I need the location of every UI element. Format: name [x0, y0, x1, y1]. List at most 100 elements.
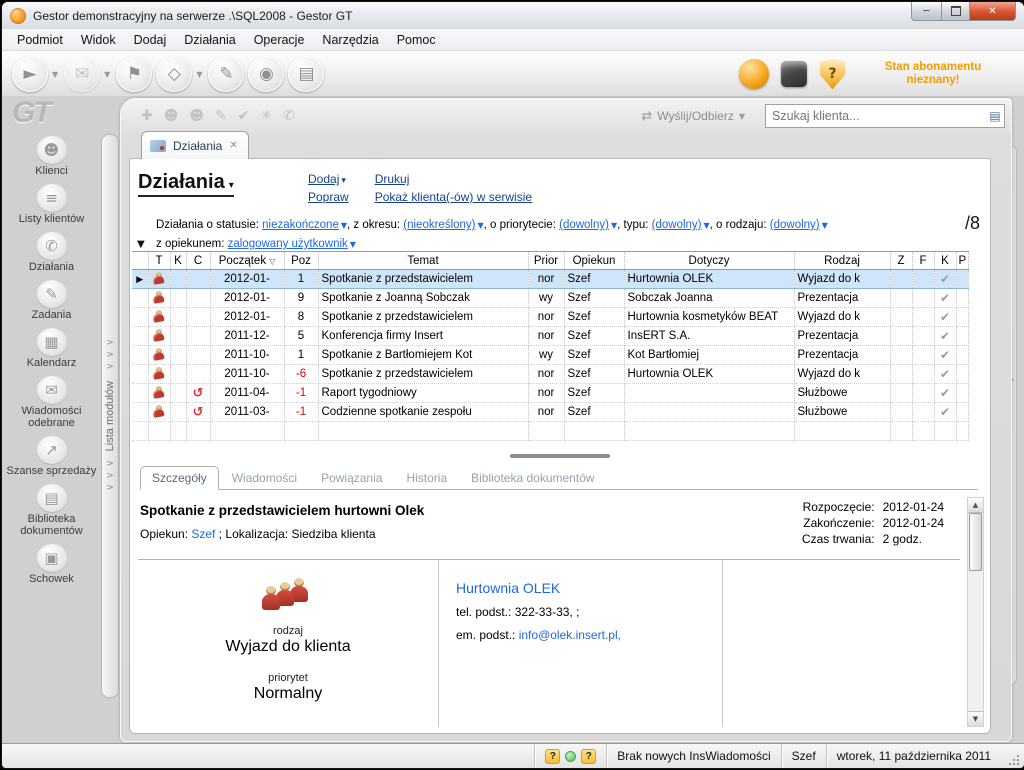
new-action-icon[interactable]: ✎	[215, 108, 227, 124]
sidebar-item-dzialania[interactable]: ✆ Działania	[6, 232, 98, 273]
menu-item-4[interactable]: Operacje	[245, 31, 314, 49]
stamp-button[interactable]: ◉	[248, 56, 284, 92]
close-button[interactable]: ✕	[969, 2, 1016, 21]
vertical-scrollbar[interactable]: ▲ ▼	[967, 497, 984, 727]
relations-icon[interactable]: ✳	[260, 108, 272, 124]
column-header-0[interactable]	[132, 252, 148, 270]
person-icon	[153, 310, 166, 323]
column-header-12[interactable]: F	[912, 252, 934, 270]
scroll-down-icon[interactable]: ▼	[968, 711, 983, 726]
send-receive-button[interactable]: ⇄ Wyślij/Odbierz ▼	[641, 109, 751, 124]
chevron-down-icon[interactable]: ▼	[196, 70, 202, 79]
action-link-3[interactable]: Pokaż klienta(-ów) w serwisie	[375, 190, 532, 208]
sidebar-item-wiadomosci-odebrane[interactable]: ✉ Wiadomości odebrane	[6, 376, 98, 429]
table-row[interactable]: 2011-10-1Spotkanie z Bartłomiejem KotwyS…	[132, 346, 969, 365]
action-link-0[interactable]: Dodaj▾	[308, 172, 349, 190]
column-header-2[interactable]: K	[170, 252, 186, 270]
search-input[interactable]	[766, 109, 986, 123]
minimize-button[interactable]: ─	[911, 2, 942, 21]
client-icon[interactable]: ☻	[164, 108, 179, 124]
column-header-9[interactable]: Dotyczy	[624, 252, 794, 270]
sidebar-item-schowek[interactable]: ▣ Schowek	[6, 544, 98, 585]
scroll-up-icon[interactable]: ▲	[968, 498, 983, 513]
print-button[interactable]: ▤	[288, 56, 324, 92]
new-item-button[interactable]: ►	[12, 56, 48, 92]
filter-status[interactable]: niezakończone▼	[262, 219, 347, 231]
column-header-5[interactable]: Poz	[284, 252, 318, 270]
clients-group-icon[interactable]: ☻	[189, 108, 204, 124]
action-link-2[interactable]: Drukuj	[375, 172, 532, 190]
table-row[interactable]: 2012-01-8Spotkanie z przedstawicielemnor…	[132, 308, 969, 327]
insert-sphere-icon[interactable]	[739, 59, 769, 89]
column-header-13[interactable]: K	[934, 252, 956, 270]
column-header-4[interactable]: Początek▽	[210, 252, 284, 270]
client-link[interactable]: Hurtownia OLEK	[456, 580, 560, 596]
module-sidebar: ☻ Klienci ≡ Listy klientów ✆ Działania ✎…	[4, 136, 99, 585]
table-row[interactable]: 2012-01-9Spotkanie z Joanną SobczakwySze…	[132, 289, 969, 308]
menu-item-2[interactable]: Dodaj	[125, 31, 176, 49]
tab-dzialania[interactable]: Działania ✕	[141, 131, 249, 159]
table-row[interactable]: ▶2012-01-1Spotkanie z przedstawicielemno…	[132, 270, 969, 289]
sidebar-item-klienci[interactable]: ☻ Klienci	[6, 136, 98, 177]
filter-period[interactable]: (nieokreślony)▼	[403, 219, 483, 231]
column-header-1[interactable]: T	[148, 252, 170, 270]
add-client-icon[interactable]: ✚	[141, 108, 153, 124]
mobile-device-icon[interactable]: ✆	[283, 108, 295, 124]
edit-button[interactable]: ✎	[208, 56, 244, 92]
sidebar-item-zadania[interactable]: ✎ Zadania	[6, 280, 98, 321]
sidebar-item-kalendarz[interactable]: ▦ Kalendarz	[6, 328, 98, 369]
detail-tab-4[interactable]: Biblioteka dokumentów	[460, 467, 605, 489]
maximize-button[interactable]	[942, 2, 969, 21]
collapse-filters-button[interactable]: ▼	[137, 239, 145, 250]
table-row[interactable]: 2011-10--6Spotkanie z przedstawicielemno…	[132, 365, 969, 384]
help-question-icon[interactable]: ?	[545, 749, 560, 764]
sidebar-item-szanse-sprzedazy[interactable]: ↗ Szanse sprzedaży	[6, 436, 98, 477]
column-header-8[interactable]: Opiekun	[564, 252, 624, 270]
help-question-icon[interactable]: ?	[581, 749, 596, 764]
module-list-strip[interactable]: > > > Lista modułów > > >	[101, 134, 119, 698]
menu-item-5[interactable]: Narzędzia	[313, 31, 387, 49]
detail-tab-1[interactable]: Wiadomości	[221, 467, 308, 489]
client-email-link[interactable]: info@olek.insert.pl,	[519, 628, 621, 642]
column-header-7[interactable]: Prior	[528, 252, 564, 270]
filter-priority[interactable]: (dowolny)▼	[559, 219, 617, 231]
chevron-down-icon[interactable]: ▼	[52, 70, 58, 79]
new-task-icon[interactable]: ✔	[238, 108, 250, 124]
table-row[interactable]: ↺2011-04--1Raport tygodniowynorSzefSłużb…	[132, 384, 969, 403]
table-row[interactable]: ↺2011-03--1Codzienne spotkanie zespołuno…	[132, 403, 969, 422]
filter-type[interactable]: (dowolny)▼	[652, 219, 710, 231]
filter-kind[interactable]: (dowolny)▼	[770, 219, 828, 231]
detail-tab-3[interactable]: Historia	[395, 467, 458, 489]
owner-link[interactable]: Szef	[191, 527, 215, 541]
column-header-6[interactable]: Temat	[318, 252, 528, 270]
chevron-down-icon[interactable]: ▼	[104, 70, 110, 79]
horizontal-scrollbar[interactable]	[510, 454, 610, 458]
menu-item-3[interactable]: Działania	[175, 31, 244, 49]
scrollbar-thumb[interactable]	[969, 513, 982, 571]
column-header-3[interactable]: C	[186, 252, 210, 270]
sidebar-item-biblioteka-dokumentow[interactable]: ▤ Biblioteka dokumentów	[6, 484, 98, 537]
cube-icon[interactable]	[781, 61, 807, 87]
detail-tab-0[interactable]: Szczegóły	[140, 466, 219, 490]
column-header-11[interactable]: Z	[890, 252, 912, 270]
sidebar-item-listy-klientow[interactable]: ≡ Listy klientów	[6, 184, 98, 225]
tab-close-icon[interactable]: ✕	[229, 140, 237, 151]
table-row[interactable]: 2011-12-5Konferencja firmy InsertnorSzef…	[132, 327, 969, 346]
send-message-button[interactable]: ✉	[64, 56, 100, 92]
main-toolbar: ►▼✉▼⚑◇▼✎◉▤ ? Stan abonamentu nieznany!	[2, 51, 1024, 98]
resize-grip[interactable]	[1007, 754, 1021, 768]
menu-item-1[interactable]: Widok	[72, 31, 125, 49]
new-document-button[interactable]: ◇	[156, 56, 192, 92]
search-list-icon[interactable]: ▤	[986, 109, 1004, 123]
menu-item-0[interactable]: Podmiot	[8, 31, 72, 49]
action-link-1[interactable]: Popraw	[308, 190, 349, 208]
column-header-10[interactable]: Rodzaj	[794, 252, 890, 270]
detail-tab-2[interactable]: Powiązania	[310, 467, 393, 489]
flag-button[interactable]: ⚑	[116, 56, 152, 92]
license-shield-icon[interactable]: ?	[819, 59, 846, 90]
menu-item-6[interactable]: Pomoc	[388, 31, 445, 49]
filter-owner[interactable]: zalogowany użytkownik▼	[228, 238, 356, 250]
check-icon: ✔	[940, 272, 950, 286]
column-header-14[interactable]: P	[956, 252, 969, 270]
page-title-menu[interactable]: Działania ▾	[138, 171, 234, 197]
